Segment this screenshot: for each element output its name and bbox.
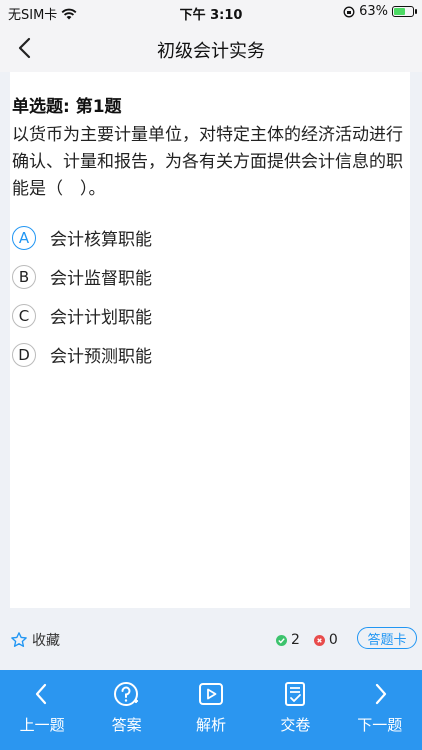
favorite-button[interactable]: 收藏	[10, 630, 60, 650]
star-icon	[11, 632, 27, 647]
question-type-label: 单选题: 第1题	[12, 97, 122, 117]
question-card: 单选题: 第1题 以货币为主要计量单位，对特定主体的经济活动进行确认、计量和报告…	[10, 72, 410, 608]
answer-button[interactable]: 答案	[87, 670, 167, 750]
battery-icon	[392, 6, 417, 17]
next-question-label: 下一题	[357, 716, 403, 734]
submit-exam-label: 交卷	[280, 716, 311, 734]
nav-bar: 初级会计实务	[0, 24, 422, 72]
wrong-cross-icon	[313, 634, 325, 646]
analysis-label: 解析	[195, 716, 226, 734]
option-text: 会计预测职能	[50, 347, 152, 367]
correct-count: 2	[291, 632, 300, 648]
chevron-left-icon	[36, 683, 47, 705]
submit-exam-button[interactable]: 交卷	[255, 670, 335, 750]
answer-label: 答案	[111, 716, 142, 734]
bottom-toolbar: 上一题 答案 解析 交卷 下一题	[0, 670, 422, 750]
option-text: 会计核算职能	[50, 230, 152, 250]
analysis-button[interactable]: 解析	[171, 670, 251, 750]
option-letter: C	[12, 303, 36, 328]
orientation-lock-icon	[343, 6, 355, 17]
options-list: A 会计核算职能 B 会计监督职能 C 会计计划职能 D 会计预测职能	[12, 218, 404, 374]
option-a[interactable]: A 会计核算职能	[12, 218, 404, 257]
prev-question-button[interactable]: 上一题	[2, 670, 82, 750]
wrong-count: 0	[328, 632, 338, 648]
option-letter: A	[12, 225, 36, 250]
correct-check-icon	[276, 634, 287, 646]
answer-card-button[interactable]: 答题卡	[357, 627, 417, 649]
option-c[interactable]: C 会计计划职能	[12, 296, 404, 335]
battery-percent: 63%	[359, 4, 388, 19]
answer-stats: 2 0	[276, 632, 338, 648]
question-text: 以货币为主要计量单位，对特定主体的经济活动进行确认、计量和报告，为各有关方面提供…	[12, 125, 403, 199]
chevron-right-icon	[375, 683, 386, 705]
prev-question-label: 上一题	[19, 716, 65, 734]
option-text: 会计计划职能	[50, 308, 152, 328]
question-mark-icon	[113, 682, 138, 706]
option-letter: D	[12, 342, 36, 367]
play-video-icon	[198, 683, 223, 705]
option-d[interactable]: D 会计预测职能	[12, 335, 404, 374]
status-bar: 无SIM卡 下午 3:10 63%	[0, 0, 422, 24]
option-text: 会计监督职能	[50, 269, 152, 289]
next-question-button[interactable]: 下一题	[340, 670, 420, 750]
info-bar: 收藏 2 0 答题卡	[0, 622, 422, 660]
favorite-label: 收藏	[32, 633, 60, 649]
page-title: 初级会计实务	[157, 41, 265, 62]
option-b[interactable]: B 会计监督职能	[12, 257, 404, 296]
option-letter: B	[12, 264, 36, 289]
paper-check-icon	[285, 682, 306, 706]
